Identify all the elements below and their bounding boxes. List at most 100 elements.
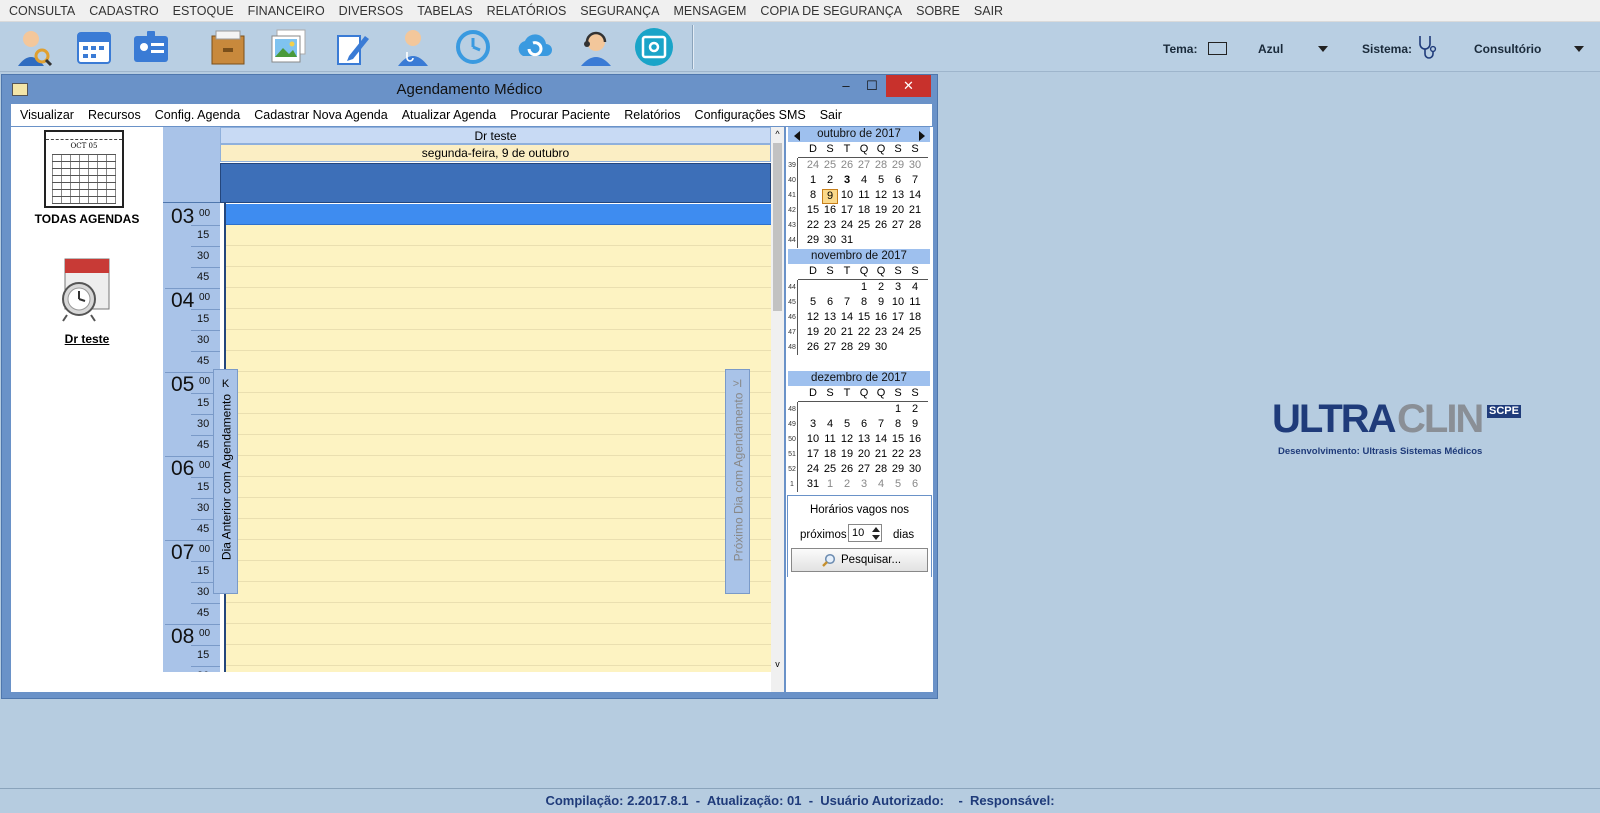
calendar-day[interactable]: 16 [873, 311, 889, 323]
time-slot[interactable] [226, 603, 771, 624]
calendar-day[interactable]: 14 [839, 311, 855, 323]
calendar-day[interactable]: 27 [856, 463, 872, 475]
calendar-day[interactable]: 27 [822, 341, 838, 353]
calendar-day[interactable]: 7 [907, 174, 923, 186]
calendar-day[interactable]: 4 [873, 478, 889, 490]
calendar-day[interactable]: 16 [907, 433, 923, 445]
calendar-day[interactable]: 11 [856, 189, 872, 201]
calendar-day[interactable]: 19 [873, 204, 889, 216]
calendar-day[interactable]: 10 [805, 433, 821, 445]
calendar-day[interactable]: 28 [873, 463, 889, 475]
search-button[interactable]: Pesquisar... [791, 548, 928, 572]
safe-icon[interactable] [633, 26, 675, 68]
calendar-day[interactable]: 28 [839, 341, 855, 353]
calendar-day[interactable]: 6 [856, 418, 872, 430]
scroll-down-arrow-icon[interactable]: v [771, 657, 784, 671]
time-slot[interactable] [226, 288, 771, 309]
minimize-button[interactable]: ‒ [833, 75, 859, 97]
calendar-day[interactable]: 8 [890, 418, 906, 430]
calendar-day[interactable]: 4 [907, 281, 923, 293]
window-menu-atualizar-agenda[interactable]: Atualizar Agenda [395, 108, 504, 122]
time-slot[interactable] [226, 498, 771, 519]
calendar-day[interactable]: 29 [805, 234, 821, 246]
calendar-day[interactable]: 22 [890, 448, 906, 460]
next-month-arrow-icon[interactable] [919, 131, 925, 141]
time-slot[interactable] [226, 246, 771, 267]
calendar-day[interactable]: 22 [805, 219, 821, 231]
time-slot[interactable] [226, 393, 771, 414]
calendar-day[interactable]: 30 [822, 234, 838, 246]
menu-seguranca[interactable]: SEGURANÇA [573, 4, 666, 18]
resource-header[interactable]: Dr teste [220, 127, 771, 144]
refresh-cloud-icon[interactable] [513, 26, 555, 68]
contact-card-icon[interactable] [130, 26, 172, 68]
time-slot[interactable] [226, 582, 771, 603]
menu-diversos[interactable]: DIVERSOS [332, 4, 411, 18]
days-stepper[interactable]: 10 [848, 524, 882, 542]
calendar-day[interactable]: 15 [805, 204, 821, 216]
calendar-day[interactable]: 17 [805, 448, 821, 460]
calendar-day[interactable]: 30 [907, 159, 923, 171]
menu-sobre[interactable]: SOBRE [909, 4, 967, 18]
calendar-day[interactable]: 14 [873, 433, 889, 445]
calendar-day[interactable]: 13 [856, 433, 872, 445]
window-menu-procurar-paciente[interactable]: Procurar Paciente [503, 108, 617, 122]
calendar-day[interactable]: 4 [856, 174, 872, 186]
calendar-day[interactable]: 24 [839, 219, 855, 231]
tema-dropdown[interactable]: Azul [1258, 40, 1336, 58]
calendar-day[interactable]: 28 [907, 219, 923, 231]
window-menu-config-agenda[interactable]: Config. Agenda [148, 108, 248, 122]
calendar-day[interactable]: 24 [890, 326, 906, 338]
calendar-day[interactable]: 5 [839, 418, 855, 430]
calendar-day[interactable]: 7 [839, 296, 855, 308]
calendar-day[interactable]: 24 [805, 159, 821, 171]
calendar-day[interactable]: 31 [805, 478, 821, 490]
time-slot[interactable] [226, 624, 771, 645]
selected-day[interactable]: 9 [822, 189, 838, 204]
calendar-day[interactable]: 19 [839, 448, 855, 460]
calendar-day[interactable]: 5 [873, 174, 889, 186]
stepper-down-icon[interactable] [872, 535, 880, 540]
stepper-up-icon[interactable] [872, 527, 880, 532]
calendar-day[interactable]: 15 [856, 311, 872, 323]
tema-color-swatch[interactable] [1208, 42, 1227, 55]
calendar-day[interactable]: 12 [839, 433, 855, 445]
menu-mensagem[interactable]: MENSAGEM [666, 4, 753, 18]
calendar-day[interactable]: 30 [907, 463, 923, 475]
menu-tabelas[interactable]: TABELAS [410, 4, 479, 18]
menu-financeiro[interactable]: FINANCEIRO [241, 4, 332, 18]
calendar-day[interactable]: 31 [839, 234, 855, 246]
calendar-day[interactable]: 5 [805, 296, 821, 308]
calendar-day[interactable]: 8 [856, 296, 872, 308]
doctor-agenda-item[interactable]: Dr teste [11, 247, 163, 347]
time-slot[interactable] [226, 540, 771, 561]
calendar-day[interactable]: 16 [822, 204, 838, 216]
calendar-day[interactable]: 26 [805, 341, 821, 353]
calendar-day[interactable]: 3 [890, 281, 906, 293]
calendar-day[interactable]: 1 [890, 403, 906, 415]
prev-day-tab[interactable]: K Dia Anterior com Agendamento [213, 369, 238, 594]
gallery-icon[interactable] [268, 26, 310, 68]
calendar-day[interactable]: 29 [890, 159, 906, 171]
calendar-day[interactable]: 2 [839, 478, 855, 490]
menu-copia-de-seguranca[interactable]: COPIA DE SEGURANÇA [753, 4, 909, 18]
time-slot[interactable] [226, 204, 771, 225]
todas-agendas-item[interactable]: OCT 05 TODAS AGENDAS [11, 127, 163, 227]
calendar-day[interactable]: 6 [890, 174, 906, 186]
calendar-day[interactable]: 5 [890, 478, 906, 490]
support-headset-icon[interactable] [575, 26, 617, 68]
maximize-button[interactable]: ☐ [859, 75, 885, 97]
window-menu-cadastrar-nova-agenda[interactable]: Cadastrar Nova Agenda [247, 108, 394, 122]
calendar-day[interactable]: 15 [890, 433, 906, 445]
menu-consulta[interactable]: CONSULTA [2, 4, 82, 18]
calendar-day[interactable]: 13 [822, 311, 838, 323]
doctor-icon[interactable] [392, 26, 434, 68]
next-day-tab[interactable]: >I Próximo Dia com Agendamento [725, 369, 750, 594]
calendar-day[interactable]: 20 [856, 448, 872, 460]
time-slot[interactable] [226, 456, 771, 477]
scroll-thumb[interactable] [773, 143, 782, 311]
calendar-day[interactable]: 9 [907, 418, 923, 430]
schedule-scrollbar[interactable]: ^ v [771, 127, 784, 692]
calendar-icon[interactable] [73, 26, 115, 68]
calendar-day[interactable]: 2 [907, 403, 923, 415]
